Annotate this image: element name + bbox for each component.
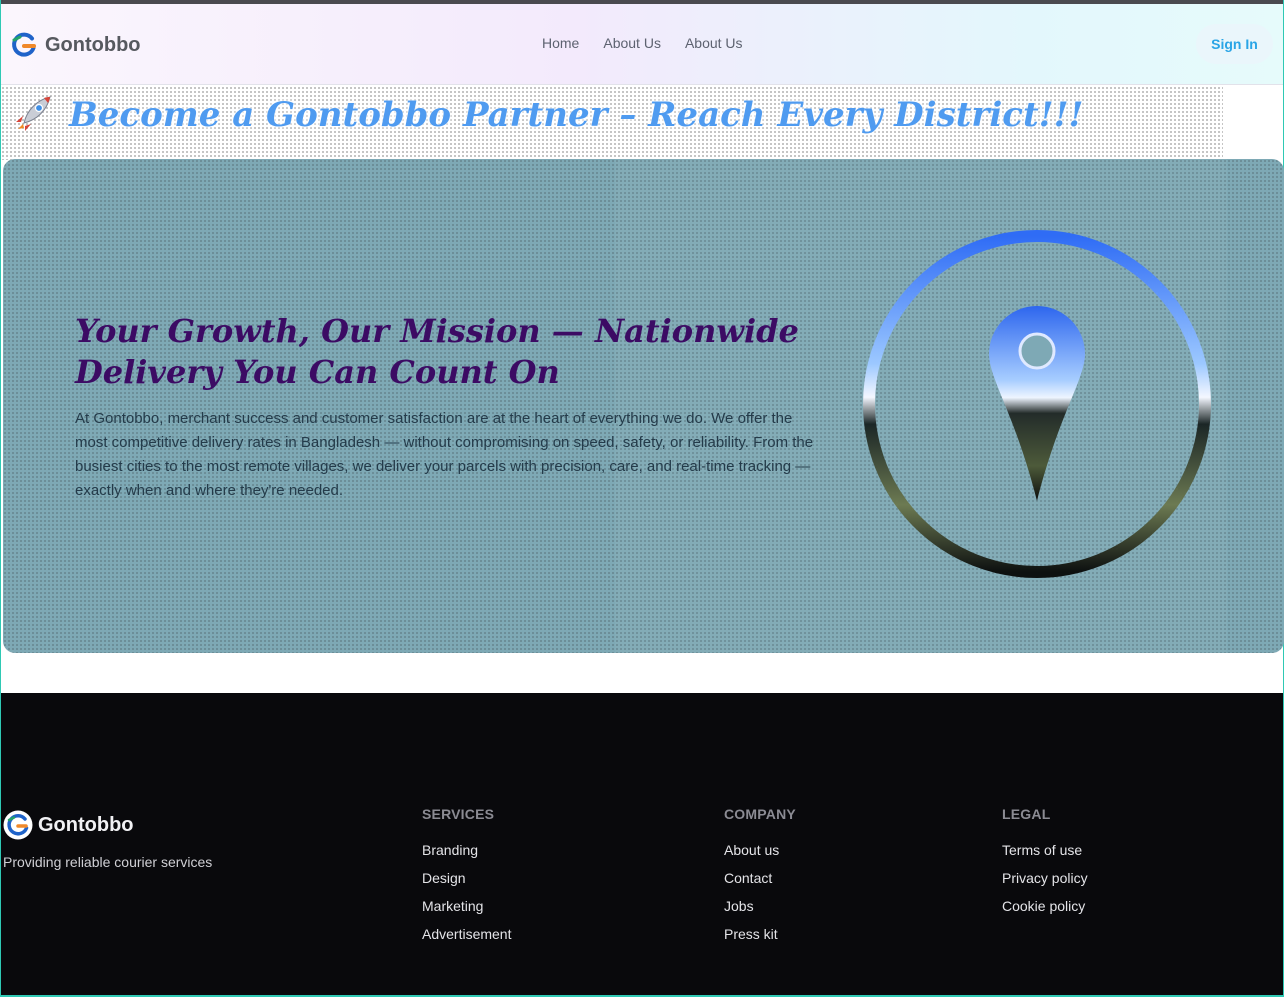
footer-column-company: COMPANY About us Contact Jobs Press kit [724, 806, 796, 954]
partner-banner: Become a Gontobbo Partner – Reach Every … [1, 86, 1283, 160]
location-pin-icon [863, 230, 1211, 578]
banner-edge [1223, 86, 1283, 160]
hero-heading: Your Growth, Our Mission — Nationwide De… [75, 312, 799, 391]
footer-link-press-kit[interactable]: Press kit [724, 926, 796, 954]
footer-link-cookie-policy[interactable]: Cookie policy [1002, 898, 1088, 926]
footer-link-terms-of-use[interactable]: Terms of use [1002, 842, 1088, 870]
footer-column-services: SERVICES Branding Design Marketing Adver… [422, 806, 511, 954]
gontobbo-logo-icon [12, 32, 36, 57]
rocket-icon [16, 96, 51, 131]
footer-brand[interactable]: Gontobbo [3, 810, 134, 840]
footer-link-advertisement[interactable]: Advertisement [422, 926, 511, 954]
footer-heading-legal: LEGAL [1002, 806, 1051, 822]
brand[interactable]: Gontobbo [10, 31, 141, 59]
sign-in-button[interactable]: Sign In [1196, 24, 1273, 64]
brand-name: Gontobbo [45, 33, 141, 56]
footer-link-marketing[interactable]: Marketing [422, 898, 511, 926]
footer: Gontobbo Providing reliable courier serv… [1, 693, 1283, 995]
footer-link-about-us[interactable]: About us [724, 842, 796, 870]
footer-heading-services: SERVICES [422, 806, 495, 822]
nav-link-about-us-2[interactable]: About Us [685, 35, 743, 51]
nav-link-home[interactable]: Home [542, 35, 579, 51]
navbar: Gontobbo Home About Us About Us Sign In [1, 4, 1283, 85]
footer-link-privacy-policy[interactable]: Privacy policy [1002, 870, 1088, 898]
footer-brand-name: Gontobbo [38, 813, 134, 836]
footer-link-branding[interactable]: Branding [422, 842, 511, 870]
footer-link-design[interactable]: Design [422, 870, 511, 898]
hero-section: Your Growth, Our Mission — Nationwide De… [3, 159, 1284, 653]
footer-tagline: Providing reliable courier services [3, 854, 213, 870]
footer-heading-company: COMPANY [724, 806, 796, 822]
main-nav: Home About Us About Us [542, 35, 743, 51]
hero-description: At Gontobbo, merchant success and custom… [75, 410, 814, 499]
footer-column-legal: LEGAL Terms of use Privacy policy Cookie… [1002, 806, 1088, 926]
footer-link-jobs[interactable]: Jobs [724, 898, 796, 926]
footer-link-contact[interactable]: Contact [724, 870, 796, 898]
banner-title: Become a Gontobbo Partner – Reach Every … [69, 95, 1084, 135]
nav-link-about-us[interactable]: About Us [603, 35, 661, 51]
gontobbo-logo-icon [3, 810, 33, 840]
